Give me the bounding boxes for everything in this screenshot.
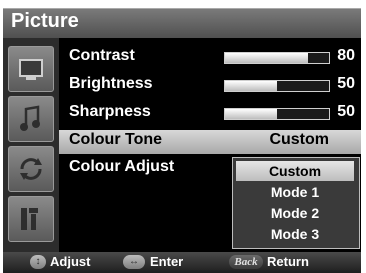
colour-tone-row[interactable]: Colour Tone Custom xyxy=(59,130,361,154)
left-right-key-icon: ↔ xyxy=(123,255,145,269)
brightness-value: 50 xyxy=(337,75,355,92)
setup-icon[interactable] xyxy=(8,146,54,192)
dropdown-option-mode-2[interactable]: Mode 2 xyxy=(236,203,354,223)
contrast-slider[interactable] xyxy=(224,52,330,64)
footer-hint-bar: ↕ Adjust ↔ Enter Back Return xyxy=(3,252,361,273)
hint-enter-label: Enter xyxy=(150,254,184,269)
brightness-row[interactable]: Brightness 50 xyxy=(59,74,361,98)
sharpness-value: 50 xyxy=(337,103,355,120)
hint-return-label: Return xyxy=(267,254,309,269)
osd-menu: Picture Contrast 80 Brightness 50 Sharpn… xyxy=(0,0,366,273)
sharpness-slider-fill xyxy=(225,109,277,119)
contrast-value: 80 xyxy=(337,47,355,64)
brightness-slider[interactable] xyxy=(224,80,330,92)
colour-tone-value: Custom xyxy=(269,131,329,148)
menu-sidebar xyxy=(3,38,59,252)
up-down-key-icon: ↕ xyxy=(30,255,46,269)
brightness-slider-fill xyxy=(225,81,277,91)
colour-tone-dropdown[interactable]: Custom Mode 1 Mode 2 Mode 3 xyxy=(232,157,360,249)
sharpness-label: Sharpness xyxy=(69,103,151,120)
menu-title: Picture xyxy=(11,10,79,32)
hint-adjust-label: Adjust xyxy=(50,254,91,269)
colour-tone-label: Colour Tone xyxy=(69,131,163,148)
dropdown-option-mode-3[interactable]: Mode 3 xyxy=(236,224,354,244)
tools-icon[interactable] xyxy=(8,196,54,242)
sharpness-slider[interactable] xyxy=(224,108,330,120)
colour-adjust-label: Colour Adjust xyxy=(69,158,175,175)
picture-icon[interactable] xyxy=(8,46,54,92)
dropdown-option-custom[interactable]: Custom xyxy=(236,161,354,181)
title-bar: Picture xyxy=(3,8,361,39)
contrast-slider-fill xyxy=(225,53,309,63)
settings-panel: Contrast 80 Brightness 50 Sharpness 50 C… xyxy=(59,38,361,252)
dropdown-option-mode-1[interactable]: Mode 1 xyxy=(236,182,354,202)
sharpness-row[interactable]: Sharpness 50 xyxy=(59,102,361,126)
sound-icon[interactable] xyxy=(8,96,54,142)
contrast-row[interactable]: Contrast 80 xyxy=(59,46,361,70)
brightness-label: Brightness xyxy=(69,75,153,92)
back-key-icon: Back xyxy=(229,255,263,269)
contrast-label: Contrast xyxy=(69,47,135,64)
